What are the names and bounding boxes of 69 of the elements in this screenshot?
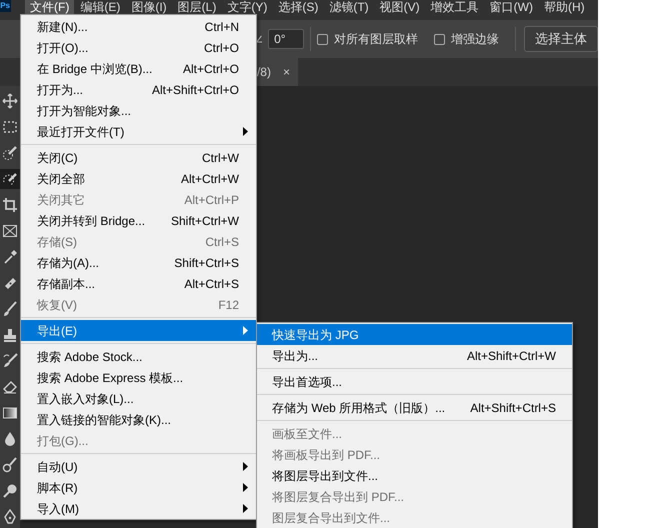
menu-bar-item[interactable]: 图层(L) bbox=[172, 0, 222, 17]
menu-item[interactable]: 打开为... Alt+Shift+Ctrl+O bbox=[21, 79, 256, 100]
gradient-icon bbox=[2, 405, 18, 421]
brush-icon bbox=[2, 353, 18, 369]
menu-item[interactable]: 脚本(R) bbox=[21, 477, 256, 498]
menu-item[interactable]: 最近打开文件(T) bbox=[21, 121, 256, 142]
tool-button[interactable] bbox=[0, 91, 20, 111]
menu-item[interactable]: 存储为(A)... Shift+Ctrl+S bbox=[21, 252, 256, 273]
submenu-arrow-icon bbox=[243, 462, 248, 471]
menu-item[interactable]: 导入(M) bbox=[21, 498, 256, 519]
stamp-icon bbox=[2, 327, 18, 343]
drop-icon bbox=[2, 431, 18, 447]
menu-item[interactable]: 新建(N)... Ctrl+N bbox=[21, 16, 256, 37]
menu-item[interactable]: 打开(O)... Ctrl+O bbox=[21, 37, 256, 58]
menu-item[interactable]: 在 Bridge 中浏览(B)... Alt+Ctrl+O bbox=[21, 58, 256, 79]
frame-icon bbox=[2, 223, 18, 239]
angle-field[interactable]: 0° bbox=[268, 29, 304, 49]
menu-bar-item[interactable]: 编辑(E) bbox=[75, 0, 126, 17]
dodge-icon bbox=[2, 483, 18, 499]
menu-item[interactable]: 置入链接的智能对象(K)... bbox=[21, 409, 256, 430]
submenu-arrow-icon bbox=[243, 127, 248, 136]
checkbox[interactable] bbox=[317, 34, 328, 44]
menu-bar-item[interactable]: 选择(S) bbox=[273, 0, 324, 17]
checkbox[interactable] bbox=[434, 34, 446, 44]
menu-bar-item[interactable]: 帮助(H) bbox=[538, 0, 590, 17]
tool-button[interactable] bbox=[0, 143, 20, 163]
menu-item[interactable]: 自动(U) bbox=[21, 456, 256, 477]
submenu-arrow-icon bbox=[243, 504, 248, 513]
pen-icon bbox=[2, 509, 18, 525]
menu-item[interactable]: 搜索 Adobe Stock... bbox=[21, 346, 256, 367]
menu-item[interactable]: 关闭(C) Ctrl+W bbox=[21, 147, 256, 168]
tool-button[interactable] bbox=[0, 195, 20, 215]
checkbox-label: 对所有图层取样 bbox=[334, 31, 418, 48]
menu-item[interactable]: 存储副本... Alt+Ctrl+S bbox=[21, 273, 256, 294]
menu-item[interactable]: 置入嵌入对象(L)... bbox=[21, 388, 256, 409]
menu-item[interactable]: 将图层导出到文件... bbox=[257, 465, 572, 486]
menu-bar-item[interactable]: 窗口(W) bbox=[484, 0, 538, 17]
checkbox-label: 增强边缘 bbox=[451, 31, 500, 48]
close-button[interactable]: × bbox=[282, 63, 290, 81]
crop-icon bbox=[2, 197, 18, 213]
menu-item[interactable]: 快速导出为 JPG bbox=[257, 324, 572, 345]
tab-title: /8) bbox=[256, 64, 271, 81]
submenu-arrow-icon bbox=[243, 326, 248, 335]
marquee-icon bbox=[2, 119, 18, 135]
menu-bar-item[interactable]: 增效工具 bbox=[426, 0, 484, 17]
selection-brush-icon bbox=[2, 171, 18, 187]
menu-bar-item[interactable]: 文字(Y) bbox=[222, 0, 272, 17]
brush-icon bbox=[2, 457, 18, 473]
menu-item[interactable]: 导出(E) bbox=[21, 320, 256, 341]
move-icon bbox=[2, 93, 18, 109]
select-subject-button[interactable]: 选择主体 bbox=[524, 26, 598, 52]
brush-icon bbox=[2, 301, 18, 317]
app-logo: Ps bbox=[0, 0, 11, 12]
selection-brush-icon bbox=[2, 145, 18, 161]
submenu-arrow-icon bbox=[243, 483, 248, 492]
menu-item[interactable]: 存储为 Web 所用格式（旧版）... Alt+Shift+Ctrl+S bbox=[257, 397, 572, 418]
menu-item[interactable]: 关闭全部 Alt+Ctrl+W bbox=[21, 168, 256, 189]
menu-bar-item[interactable]: 滤镜(T) bbox=[324, 0, 374, 17]
angle-icon bbox=[256, 34, 262, 44]
menu-item[interactable]: 导出为... Alt+Shift+Ctrl+W bbox=[257, 345, 572, 366]
tool-button[interactable] bbox=[0, 169, 20, 189]
menu-item[interactable]: 关闭并转到 Bridge... Shift+Ctrl+W bbox=[21, 210, 256, 231]
menu-item[interactable]: 导出首选项... bbox=[257, 371, 572, 392]
menu-item[interactable]: 打开为智能对象... bbox=[21, 100, 256, 121]
menu-bar-item[interactable]: 图像(I) bbox=[126, 0, 172, 17]
eraser-icon bbox=[2, 379, 18, 395]
menu-item[interactable]: 搜索 Adobe Express 模板... bbox=[21, 367, 256, 388]
menu-bar-item[interactable]: 视图(V) bbox=[374, 0, 425, 17]
eyedropper-icon bbox=[2, 249, 18, 265]
